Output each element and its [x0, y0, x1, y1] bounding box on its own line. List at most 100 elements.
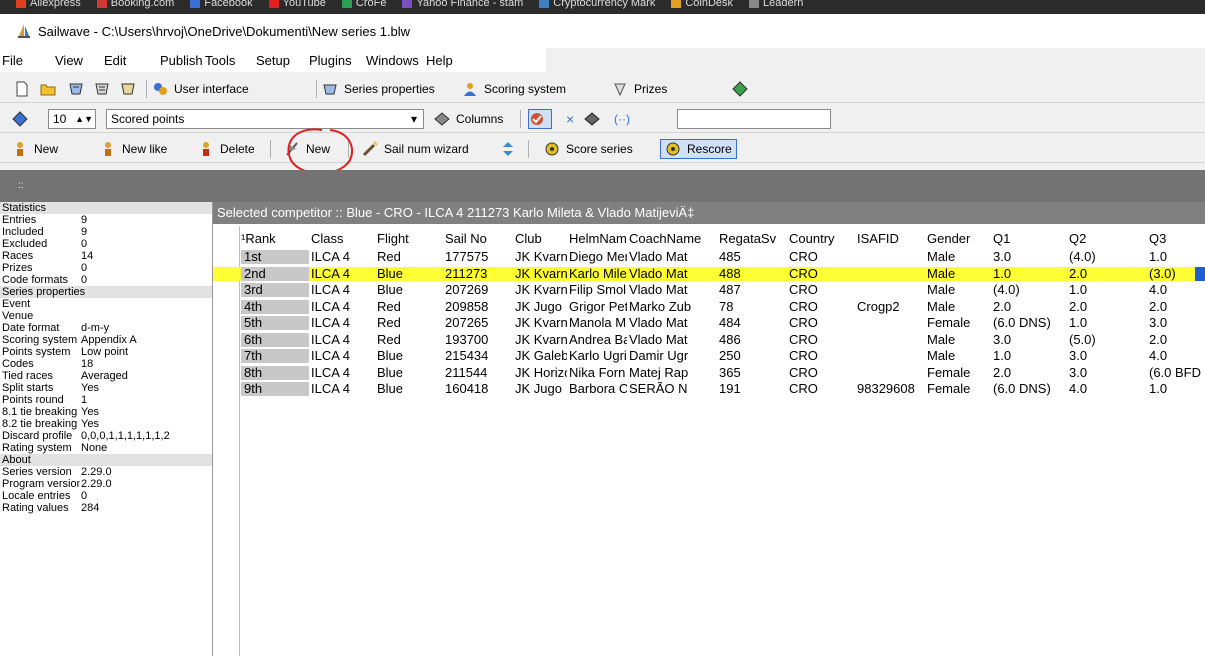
prizes-button[interactable]: Prizes [612, 79, 667, 99]
score-series-button[interactable]: Score series [544, 139, 633, 159]
stats-row: Program version 2.29.0 [0, 478, 212, 490]
column-header[interactable]: ¹Rank [241, 232, 309, 246]
window-titlebar: Sailwave - C:\Users\hrvoj\OneDrive\Dokum… [0, 14, 1205, 48]
open-file-button[interactable] [40, 79, 62, 99]
publish-button[interactable] [732, 79, 754, 99]
column-header[interactable]: ISAFID [857, 232, 925, 246]
column-header[interactable]: Sail No [445, 232, 513, 246]
clear-filter-button[interactable]: × [566, 109, 574, 129]
view-select[interactable]: Scored points ▾ [106, 109, 424, 129]
column-header[interactable]: Flight [377, 232, 443, 246]
bookmark-item[interactable]: YouTube [268, 0, 326, 10]
rescore-button[interactable]: Rescore [660, 139, 737, 159]
column-header[interactable]: Gender [927, 232, 991, 246]
stepper-arrows-icon[interactable]: ▲▼ [75, 110, 93, 128]
paren-toggle-button[interactable]: (··) [614, 109, 630, 129]
menu-tools[interactable]: Tools [205, 53, 235, 68]
menu-publish[interactable]: Publish [160, 53, 203, 68]
close-series-button[interactable] [120, 79, 142, 99]
table-cell: 98329608 [857, 382, 915, 396]
font-size-stepper[interactable]: 10 ▲▼ [48, 109, 96, 129]
bookmark-item[interactable]: Cryptocurrency Mark [539, 0, 655, 10]
table-cell: 6th [241, 332, 309, 347]
column-header[interactable]: Q2 [1069, 232, 1147, 246]
close-icon: × [566, 111, 575, 127]
table-cell: ILCA 4 [311, 365, 351, 380]
new-competitor-button[interactable]: New [12, 139, 58, 159]
bookmark-item[interactable]: CoinDesk [671, 0, 733, 10]
search-input[interactable] [677, 109, 831, 129]
bookmark-item[interactable]: Yahoo Finance - stam [402, 0, 523, 10]
table-cell: JK Horizont [515, 365, 567, 380]
bookmark-item[interactable]: Facebook [190, 0, 253, 10]
table-cell: 2.0 [993, 365, 1012, 380]
table-row[interactable]: 5thILCA 4 Red 207265 JK KvarnerManola MVlad… [213, 316, 1205, 330]
series-properties-button[interactable]: Series properties [322, 79, 435, 99]
stats-key: Races [2, 250, 34, 262]
bookmark-item[interactable]: Aliexpress [16, 0, 81, 10]
table-cell: (3.0) [1149, 266, 1176, 281]
delete-competitor-button[interactable]: Delete [198, 139, 255, 159]
column-header[interactable]: CoachName [629, 232, 717, 246]
new-file-button[interactable] [14, 79, 36, 99]
table-row[interactable]: 2ndILCA 4 Blue 211273 JK KvarnerKarlo MileV… [213, 266, 1205, 281]
menu-plugins[interactable]: Plugins [309, 53, 352, 68]
menu-windows[interactable]: Windows [366, 53, 419, 68]
stats-value: 9 [81, 226, 88, 238]
toggle-filter-button[interactable] [528, 109, 552, 129]
table-cell: 209858 [445, 299, 489, 314]
toolbar-separator [270, 140, 271, 158]
table-row[interactable]: 1stILCA 4 Red 177575 JK KvarnerDiego MerVla… [213, 250, 1205, 264]
table-cell: 2nd [241, 266, 309, 281]
table-cell: Karlo Mile [569, 266, 627, 281]
view-options-icon [12, 111, 28, 127]
menu-edit[interactable]: Edit [104, 53, 126, 68]
bookmark-favicon-icon [671, 0, 682, 9]
table-cell: 1.0 [1069, 283, 1088, 297]
sort-button[interactable] [500, 139, 522, 159]
bookmark-item[interactable]: Booking.com [96, 0, 174, 10]
menu-help[interactable]: Help [426, 53, 453, 68]
column-header[interactable]: HelmName [569, 232, 627, 246]
chevron-down-icon: ▾ [410, 112, 417, 126]
stats-key: Included [2, 226, 44, 238]
table-row[interactable]: 9th ILCA 4 Blue 160418 JK Jugo Barbora C SERÃO… [213, 382, 1205, 396]
table-row[interactable]: 3rdILCA 4 Blue 207269 JK KvarnerFilip SmolV… [213, 283, 1205, 297]
sailwave-app-icon [18, 24, 30, 38]
table-cell: 1.0 [1069, 316, 1088, 330]
table-row[interactable]: 8thILCA 4 Blue 211544 JK HorizontNika FornM… [213, 365, 1205, 380]
column-header[interactable]: Country [789, 232, 855, 246]
stats-value: 2.29.0 [81, 466, 112, 478]
new-like-button[interactable]: New like [100, 139, 167, 159]
bookmark-item[interactable]: Leadern [749, 0, 803, 10]
table-row[interactable]: 6thILCA 4 Red 193700 JK KvarnerAndrea BaVla… [213, 332, 1205, 347]
menu-file[interactable]: File [2, 53, 23, 68]
column-header[interactable]: Q1 [993, 232, 1067, 246]
scoring-system-button[interactable]: Scoring system [462, 79, 566, 99]
view-select-value: Scored points [111, 112, 185, 126]
column-header[interactable]: RegataSv [719, 232, 787, 246]
scoring-system-label: Scoring system [484, 82, 567, 96]
table-cell: 78 [719, 299, 734, 314]
delete-label: Delete [220, 142, 255, 156]
user-interface-button[interactable]: User interface [152, 79, 249, 99]
menu-view[interactable]: View [55, 53, 83, 68]
stats-row: Rating system None [0, 442, 212, 454]
column-header[interactable]: Q3 [1149, 232, 1201, 246]
table-row[interactable]: 4th ILCA 4 Red 209858 JK Jugo Grigor Pet Marko… [213, 299, 1205, 314]
table-cell: Vlado Mat [629, 266, 688, 281]
column-header[interactable]: Club [515, 232, 567, 246]
view-options-button[interactable] [12, 109, 34, 129]
sail-num-wizard-button[interactable]: Sail num wizard [362, 139, 469, 159]
table-cell: JK Kvarner [515, 316, 567, 330]
bookmark-favicon-icon [268, 0, 279, 9]
save-as-button[interactable] [94, 79, 116, 99]
bookmark-item[interactable]: CroFe [341, 0, 386, 10]
find-button[interactable] [584, 109, 606, 129]
table-row[interactable]: 7th ILCA 4 Blue 215434 JK Galeb Karlo Ugri Dam… [213, 349, 1205, 363]
columns-button[interactable]: Columns [434, 109, 503, 129]
competitors-grid[interactable]: ¹RankClassFlightSail NoClubHelmNameCoach… [213, 226, 1205, 656]
save-button[interactable] [68, 79, 90, 99]
menu-setup[interactable]: Setup [256, 53, 290, 68]
column-header[interactable]: Class [311, 232, 375, 246]
